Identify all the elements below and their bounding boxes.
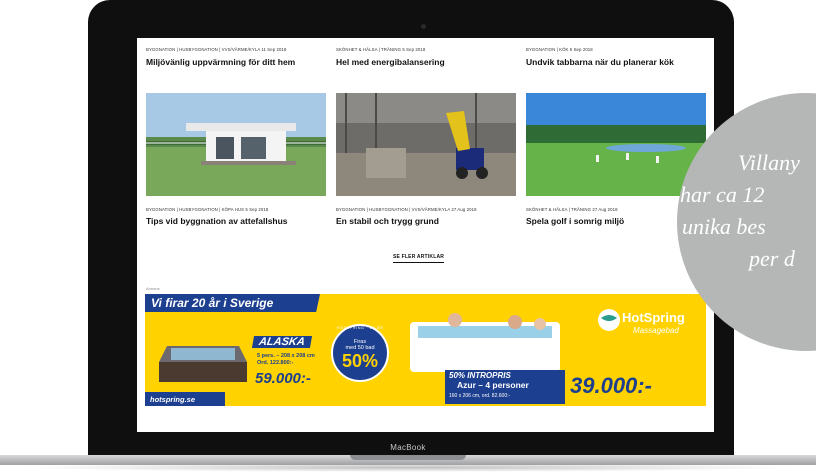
ad-model-name: ALASKA xyxy=(251,336,312,348)
ad-headline: Vi firar 20 år i Sverige xyxy=(151,296,274,310)
ad-site-link[interactable]: hotspring.se xyxy=(150,395,195,404)
marketing-stage: BYGGNATION | HUSBYGGNATION | VVS/VÄRME/K… xyxy=(0,0,816,472)
quote-line: unika bes xyxy=(682,214,766,239)
ad-brand-name: HotSpring xyxy=(622,310,685,325)
article-title[interactable]: En stabil och trygg grund xyxy=(336,216,439,226)
ad-promo-title: 50% INTROPRIS xyxy=(449,371,511,380)
laptop-base-notch xyxy=(350,455,466,460)
quote-line: Villany xyxy=(738,150,800,175)
see-more-articles-link[interactable]: SE FLER ARTIKLAR xyxy=(393,254,445,263)
ad-promo-spec: 160 x 206 cm, ord. 82.600:- xyxy=(449,393,511,399)
ad-price-alaska: 59.000:- xyxy=(255,370,311,387)
ad-badge-percent: 50% xyxy=(341,351,379,371)
article-title[interactable]: Tips vid byggnation av attefallshus xyxy=(146,216,288,226)
ad-spec: 5 pers. – 208 x 208 cm Ord. 122.800:- xyxy=(257,353,315,367)
hot-tub-image-alaska xyxy=(159,346,247,382)
article-title[interactable]: Undvik tabbarna när du planerar kök xyxy=(526,57,674,67)
camera-icon xyxy=(421,24,426,29)
ad-badge-text: Firas med 50 bad xyxy=(331,339,389,351)
quote-line: per d xyxy=(749,246,795,271)
article-meta: BYGGNATION | HUSBYGGNATION | VVS/VÄRME/K… xyxy=(146,47,287,52)
laptop-brand-label: MacBook xyxy=(390,443,426,452)
ad-spec-size: 5 pers. – 208 x 208 cm xyxy=(257,353,315,359)
article-meta: BYGGNATION | KÖK 5 Sep 2018 xyxy=(526,47,593,52)
article-image-golf[interactable] xyxy=(526,93,706,196)
ad-label: Annons xyxy=(146,286,160,291)
article-title[interactable]: Spela golf i somrig miljö xyxy=(526,216,624,226)
ad-spec-ordinary-price: Ord. 122.800:- xyxy=(257,360,294,366)
ad-promo-model: Azur – 4 personer xyxy=(457,380,529,390)
ad-badge-ring-text: HOTSPRING · 20 ÅR xyxy=(336,326,384,330)
article-title[interactable]: Miljövänlig uppvärmning för ditt hem xyxy=(146,57,295,67)
article-image-foundation[interactable] xyxy=(336,93,516,196)
ad-price-azur: 39.000:- xyxy=(570,373,652,398)
hotspring-ad-banner[interactable]: Vi firar 20 år i Sverige ALASKA 5 pers. … xyxy=(145,294,706,406)
article-meta: SKÖNHET & HÄLSA | TRÄNING 5 Sep 2018 xyxy=(336,47,426,52)
ad-brand-subtitle: Massagebad xyxy=(633,326,679,335)
article-meta: SKÖNHET & HÄLSA | TRÄNING 27 Aug 2018 xyxy=(526,207,618,212)
article-meta: BYGGNATION | HUSBYGGNATION | KÖPA HUS 5 … xyxy=(146,207,269,212)
hot-tub-image-azur xyxy=(410,313,560,372)
article-image-attefallshus[interactable] xyxy=(146,93,326,196)
laptop-screen: BYGGNATION | HUSBYGGNATION | VVS/VÄRME/K… xyxy=(137,38,714,433)
quote-line: har ca 12 xyxy=(680,182,765,207)
article-title[interactable]: Hel med energibalansering xyxy=(336,57,445,67)
article-meta: BYGGNATION | HUSBYGGNATION | VVS/VÄRME/K… xyxy=(336,207,477,212)
